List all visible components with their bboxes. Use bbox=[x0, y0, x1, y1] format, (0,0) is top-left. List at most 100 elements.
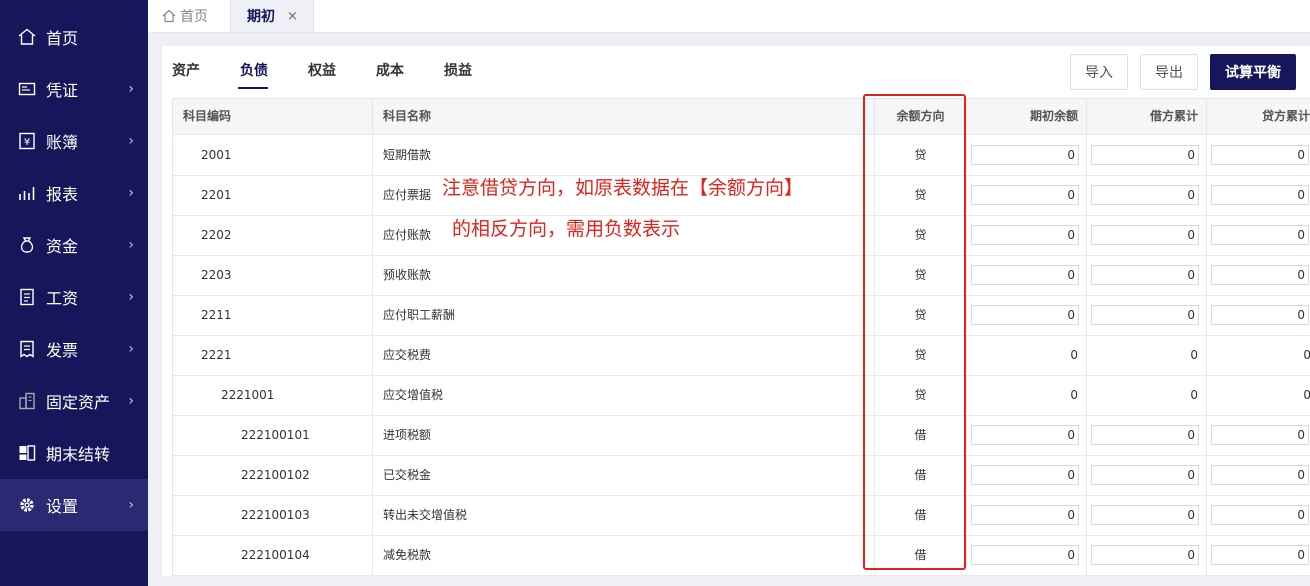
cell-credit: 0 bbox=[1207, 215, 1310, 255]
cell-credit: 0 bbox=[1207, 255, 1310, 295]
opening-amount-input[interactable]: 0 bbox=[971, 545, 1079, 565]
cell-name: 短期借款 bbox=[373, 135, 875, 175]
annotation-line-2: 的相反方向，需用负数表示 bbox=[452, 218, 681, 240]
sidebar-item-2[interactable]: ¥ 账簿 › bbox=[0, 115, 148, 167]
category-tab-2[interactable]: 权益 bbox=[308, 60, 336, 80]
sidebar-item-3[interactable]: 报表 › bbox=[0, 167, 148, 219]
opening-amount-input[interactable]: 0 bbox=[971, 505, 1079, 525]
tab-home[interactable]: 首页 bbox=[162, 0, 208, 32]
debit-amount-input[interactable]: 0 bbox=[1091, 505, 1199, 525]
trial-balance-button[interactable]: 试算平衡 bbox=[1210, 54, 1296, 90]
tab-opening-label: 期初 bbox=[247, 9, 275, 25]
cell-code: 2202 bbox=[173, 215, 373, 255]
cell-credit: 0 bbox=[1303, 348, 1310, 362]
import-button[interactable]: 导入 bbox=[1070, 54, 1128, 90]
opening-amount-input[interactable]: 0 bbox=[971, 185, 1079, 205]
sidebar-item-label: 资金 bbox=[46, 237, 79, 256]
sidebar-item-label: 首页 bbox=[46, 29, 79, 48]
sidebar-item-6[interactable]: 发票 › bbox=[0, 323, 148, 375]
opening-amount-input[interactable]: 0 bbox=[971, 305, 1079, 325]
sidebar-item-4[interactable]: 资金 › bbox=[0, 219, 148, 271]
document-icon bbox=[18, 288, 36, 306]
tab-home-label: 首页 bbox=[180, 9, 208, 25]
sidebar: 首页 凭证 › ¥ 账簿 › 报表 › 资金 › 工资 › 发票 › 固定资产 › 期末结转 设置 › bbox=[0, 0, 148, 586]
table-row: 222100103 转出未交增值税借 0 0 0 bbox=[173, 495, 1310, 536]
cell-name: 转出未交增值税 bbox=[373, 495, 875, 535]
opening-amount-input[interactable]: 0 bbox=[971, 465, 1079, 485]
building-icon bbox=[18, 392, 36, 410]
cell-debit: 0 bbox=[1087, 135, 1207, 175]
credit-amount-input[interactable]: 0 bbox=[1211, 545, 1309, 565]
cell-opening: 0 bbox=[967, 415, 1087, 455]
opening-balance-table: 科目编码 科目名称 余额方向 期初余额 借方累计 贷方累计 2001 短期借款贷 0… bbox=[172, 98, 1310, 576]
opening-amount-input[interactable]: 0 bbox=[971, 145, 1079, 165]
cell-code: 222100103 bbox=[173, 495, 373, 535]
category-tab-1[interactable]: 负债 bbox=[240, 60, 268, 80]
cell-credit: 0 bbox=[1207, 135, 1310, 175]
cell-opening: 0 bbox=[967, 255, 1087, 295]
sidebar-item-5[interactable]: 工资 › bbox=[0, 271, 148, 323]
debit-amount-input[interactable]: 0 bbox=[1091, 545, 1199, 565]
credit-amount-input[interactable]: 0 bbox=[1211, 425, 1309, 445]
header-credit: 贷方累计 bbox=[1207, 99, 1310, 134]
debit-amount-input[interactable]: 0 bbox=[1091, 465, 1199, 485]
credit-amount-input[interactable]: 0 bbox=[1211, 185, 1309, 205]
chevron-right-icon: › bbox=[128, 81, 134, 97]
sidebar-item-label: 账簿 bbox=[46, 133, 79, 152]
sidebar-item-9[interactable]: 设置 › bbox=[0, 479, 148, 531]
chevron-right-icon: › bbox=[128, 185, 134, 201]
export-button[interactable]: 导出 bbox=[1140, 54, 1198, 90]
sidebar-item-8[interactable]: 期末结转 bbox=[0, 427, 148, 479]
category-tab-0[interactable]: 资产 bbox=[172, 60, 200, 80]
sidebar-item-1[interactable]: 凭证 › bbox=[0, 63, 148, 115]
cell-code: 2221 bbox=[173, 335, 373, 375]
cell-credit: 0 bbox=[1207, 535, 1310, 575]
credit-amount-input[interactable]: 0 bbox=[1211, 145, 1309, 165]
cell-name: 应交增值税 bbox=[373, 375, 875, 415]
voucher-icon bbox=[18, 80, 36, 98]
cell-opening: 0 bbox=[967, 495, 1087, 535]
cell-opening: 0 bbox=[967, 215, 1087, 255]
tab-bar: 首页 期初 × bbox=[148, 0, 1310, 33]
debit-amount-input[interactable]: 0 bbox=[1091, 225, 1199, 245]
cell-name: 进项税额 bbox=[373, 415, 875, 455]
cell-credit: 0 bbox=[1207, 495, 1310, 535]
category-tab-3[interactable]: 成本 bbox=[376, 60, 404, 80]
sidebar-item-0[interactable]: 首页 bbox=[0, 11, 148, 63]
debit-amount-input[interactable]: 0 bbox=[1091, 145, 1199, 165]
opening-amount-input[interactable]: 0 bbox=[971, 425, 1079, 445]
table-row: 2221 应交税费贷 0 0 0 bbox=[173, 335, 1310, 376]
gear-icon bbox=[18, 496, 36, 514]
cell-debit: 0 bbox=[1087, 415, 1207, 455]
close-icon[interactable]: × bbox=[287, 9, 298, 24]
chevron-right-icon: › bbox=[128, 393, 134, 409]
tab-opening[interactable]: 期初 × bbox=[230, 0, 314, 32]
debit-amount-input[interactable]: 0 bbox=[1091, 265, 1199, 285]
debit-amount-input[interactable]: 0 bbox=[1091, 185, 1199, 205]
cell-opening: 0 bbox=[967, 175, 1087, 215]
credit-amount-input[interactable]: 0 bbox=[1211, 225, 1309, 245]
opening-amount-input[interactable]: 0 bbox=[971, 265, 1079, 285]
sidebar-item-7[interactable]: 固定资产 › bbox=[0, 375, 148, 427]
header-opening: 期初余额 bbox=[967, 99, 1087, 134]
credit-amount-input[interactable]: 0 bbox=[1211, 465, 1309, 485]
category-tab-4[interactable]: 损益 bbox=[444, 60, 472, 80]
cell-debit: 0 bbox=[1087, 375, 1207, 415]
cell-code: 2203 bbox=[173, 255, 373, 295]
sidebar-item-label: 发票 bbox=[46, 341, 79, 360]
home-icon bbox=[162, 9, 176, 23]
credit-amount-input[interactable]: 0 bbox=[1211, 505, 1309, 525]
debit-amount-input[interactable]: 0 bbox=[1091, 425, 1199, 445]
cell-debit: 0 bbox=[1087, 295, 1207, 335]
cell-code: 222100101 bbox=[173, 415, 373, 455]
opening-amount-input[interactable]: 0 bbox=[971, 225, 1079, 245]
cell-opening: 0 bbox=[967, 135, 1087, 175]
bottom-strip bbox=[148, 576, 1310, 586]
credit-amount-input[interactable]: 0 bbox=[1211, 265, 1309, 285]
cell-credit: 0 bbox=[1303, 388, 1310, 402]
debit-amount-input[interactable]: 0 bbox=[1091, 305, 1199, 325]
cell-debit: 0 bbox=[1087, 175, 1207, 215]
money-bag-icon bbox=[18, 236, 36, 254]
home-icon bbox=[18, 28, 36, 46]
credit-amount-input[interactable]: 0 bbox=[1211, 305, 1309, 325]
